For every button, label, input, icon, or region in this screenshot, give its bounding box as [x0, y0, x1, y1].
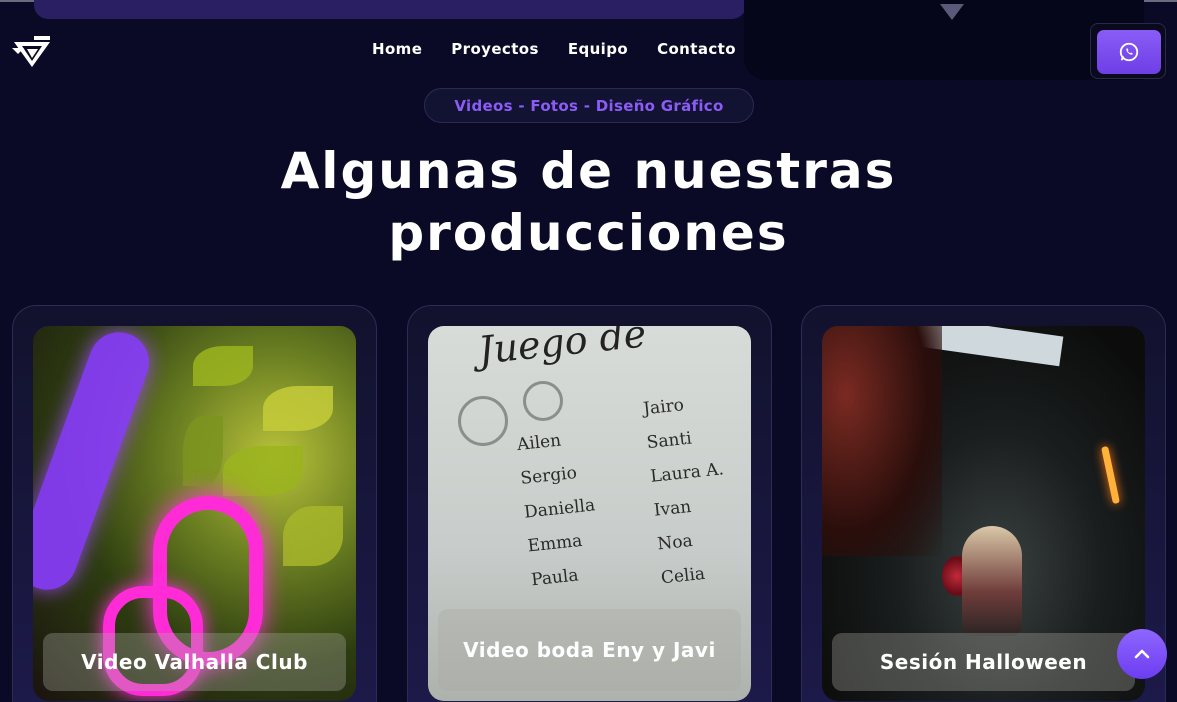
top-accent-bar: [34, 0, 746, 19]
card-title: Video Valhalla Club: [43, 633, 346, 691]
g-logo-icon[interactable]: [12, 34, 52, 68]
main-nav: Home Proyectos Equipo Contacto: [372, 40, 736, 58]
card-image: Juego de Ailen Sergio Daniella Emma Paul…: [428, 326, 751, 701]
neon-tube: [33, 326, 158, 599]
page-title-line2: producciones: [388, 204, 789, 262]
whatsapp-button[interactable]: [1097, 30, 1161, 74]
card-title: Video boda Eny y Javi: [438, 609, 741, 691]
scroll-to-top-button[interactable]: [1117, 629, 1167, 679]
services-pill: Videos - Fotos - Diseño Gráfico: [424, 88, 754, 123]
names-right: Jairo Santi Laura A. Ivan Noa Celia: [642, 395, 725, 589]
whatsapp-icon: [1119, 42, 1139, 62]
chevron-up-icon: [1134, 649, 1150, 659]
page-title-line1: Algunas de nuestras: [280, 142, 897, 200]
card-title: Sesión Halloween: [832, 633, 1135, 691]
paper-title: Juego de: [476, 326, 649, 373]
nav-proyectos-link[interactable]: Proyectos: [451, 40, 539, 58]
production-card[interactable]: Video Valhalla Club: [12, 305, 377, 702]
caret-down-icon: [940, 4, 964, 20]
names-left: Ailen Sergio Daniella Emma Paula: [516, 430, 597, 591]
page-title: Algunas de nuestras producciones: [0, 140, 1177, 264]
card-image: Video Valhalla Club: [33, 326, 356, 701]
nav-equipo-link[interactable]: Equipo: [568, 40, 628, 58]
nav-contacto-link[interactable]: Contacto: [657, 40, 736, 58]
orange-light-tube: [1101, 445, 1120, 505]
whatsapp-button-wrapper: [1090, 23, 1166, 79]
model-figure: [962, 526, 1022, 636]
nav-home-link[interactable]: Home: [372, 40, 422, 58]
card-image: Sesión Halloween: [822, 326, 1145, 701]
production-card[interactable]: Juego de Ailen Sergio Daniella Emma Paul…: [407, 305, 772, 702]
production-card[interactable]: Sesión Halloween: [801, 305, 1166, 702]
